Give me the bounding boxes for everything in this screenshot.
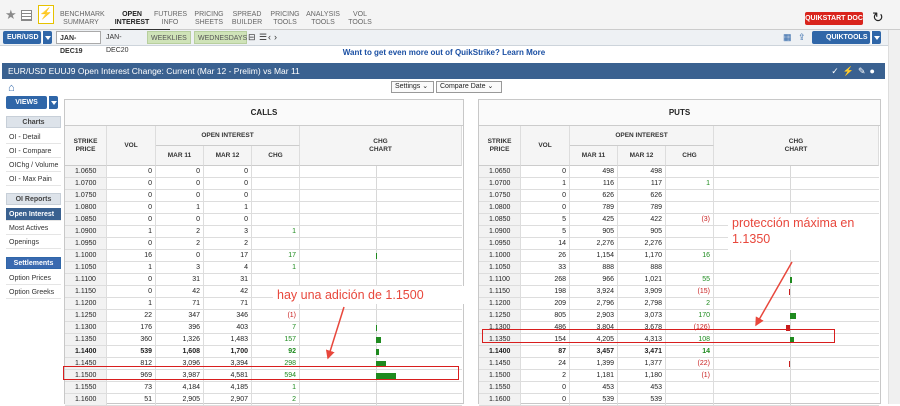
annotation-arrows — [325, 261, 793, 360]
puts-arrow — [755, 261, 793, 327]
calls-arrow — [325, 306, 345, 360]
